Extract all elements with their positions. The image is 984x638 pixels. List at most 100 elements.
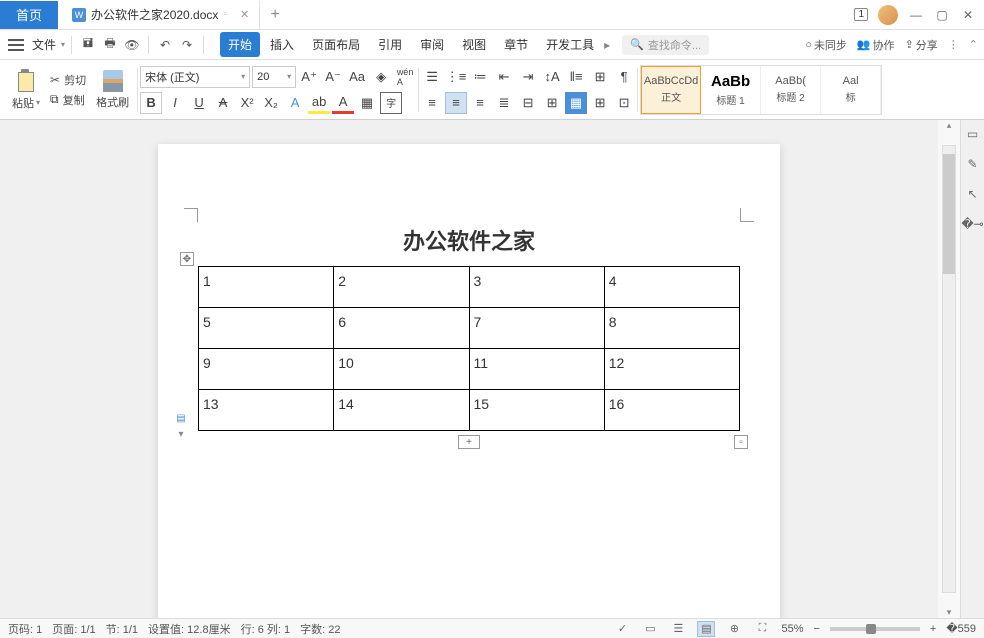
print-preview-icon[interactable]: 👁 [122,35,142,55]
table-cell[interactable]: 2 [334,267,469,308]
document-title[interactable]: 办公软件之家 [198,224,740,256]
table-cell[interactable]: 4 [604,267,739,308]
style-item[interactable]: AaBbCcDd正文 [641,66,701,114]
spellcheck-icon[interactable]: ✓ [613,621,631,637]
more-tabs-icon[interactable]: ▸ [604,38,610,52]
align-left-button[interactable]: ≡ [421,92,443,114]
distribute-button[interactable]: ⊟ [517,92,539,114]
line-spacing-button[interactable]: ‖≡ [565,66,587,88]
table-cell[interactable]: 1 [199,267,334,308]
settings-tool-icon[interactable]: �⊸ [965,216,981,232]
redo-icon[interactable]: ↷ [177,35,197,55]
decrease-indent-button[interactable]: ⇤ [493,66,515,88]
status-section[interactable]: 节: 1/1 [106,621,138,637]
notification-badge[interactable]: 1 [854,8,868,21]
table-cell[interactable]: 7 [469,308,604,349]
home-tab[interactable]: 首页 [0,1,58,29]
increase-font-icon[interactable]: A⁺ [298,66,320,88]
table-tag-icon[interactable]: ▤ [174,411,188,425]
table-tag-caret[interactable]: ▾ [174,427,188,441]
font-color-button[interactable]: A [332,92,354,114]
styles-gallery[interactable]: AaBbCcDd正文AaBb标题 1AaBb(标题 2Aal标 [640,65,882,115]
decrease-font-icon[interactable]: A⁻ [322,66,344,88]
add-tab-button[interactable]: + [260,6,290,24]
save-icon[interactable]: 🖬 [78,35,98,55]
char-shading-button[interactable]: ▦ [356,92,378,114]
web-view-icon[interactable]: ⊕ [725,621,743,637]
subscript-button[interactable]: X₂ [260,92,282,114]
text-direction-button[interactable]: ↕A [541,66,563,88]
select-tool-icon[interactable]: ↖ [965,186,981,202]
table-cell[interactable]: 13 [199,390,334,431]
highlight-button[interactable]: ab [308,92,330,114]
phonetic-guide-icon[interactable]: wénA [394,66,416,88]
numbering-button[interactable]: ⋮≡ [445,66,467,88]
show-marks-button[interactable]: ¶ [613,66,635,88]
collapse-ribbon-icon[interactable]: ⌃ [969,38,978,51]
table-cell[interactable]: 3 [469,267,604,308]
ribbon-tab-3[interactable]: 引用 [370,32,410,57]
change-case-icon[interactable]: Aa [346,66,368,88]
zoom-slider[interactable] [830,627,920,631]
status-line-col[interactable]: 行: 6 列: 1 [241,621,291,637]
paste-button[interactable]: 粘贴 [12,95,34,111]
outline-view-icon[interactable]: ☰ [669,621,687,637]
minimize-button[interactable]: ― [908,7,924,23]
strikethrough-button[interactable]: A [212,92,234,114]
user-avatar[interactable] [878,5,898,25]
paragraph-settings-button[interactable]: ⊡ [613,92,635,114]
table-cell[interactable]: 14 [334,390,469,431]
table-cell[interactable]: 6 [334,308,469,349]
shading-button[interactable]: ▦ [565,92,587,114]
fullscreen-view-icon[interactable]: ⛶ [753,621,771,637]
ribbon-tab-0[interactable]: 开始 [220,32,260,57]
reading-view-icon[interactable]: ▭ [641,621,659,637]
style-item[interactable]: AaBb(标题 2 [761,66,821,114]
tab-options-icon[interactable]: ▫ [223,9,227,20]
close-tab-icon[interactable]: ✕ [240,8,249,21]
align-justify-button[interactable]: ≣ [493,92,515,114]
format-painter-button[interactable]: 格式刷 [96,94,129,110]
share-button[interactable]: ⇪分享 [905,37,938,53]
table-row[interactable]: 9101112 [199,349,740,390]
font-size-select[interactable]: 20▾ [252,66,296,88]
zoom-in-button[interactable]: + [930,623,936,635]
borders-button[interactable]: ⊞ [589,92,611,114]
table-add-row-handle[interactable]: + [458,435,480,449]
collab-button[interactable]: 👥协作 [857,37,895,53]
command-search[interactable]: 🔍 查找命令... [622,35,709,55]
zoom-fit-button[interactable]: �559 [946,622,976,635]
table-cell[interactable]: 5 [199,308,334,349]
print-icon[interactable]: 🖶 [100,35,120,55]
ribbon-tab-7[interactable]: 开发工具 [538,32,602,57]
paste-icon[interactable] [15,69,37,93]
ruler-toggle-icon[interactable]: ▭ [965,126,981,142]
style-item[interactable]: Aal标 [821,66,881,114]
table-cell[interactable]: 16 [604,390,739,431]
underline-button[interactable]: U [188,92,210,114]
table-row[interactable]: 1234 [199,267,740,308]
status-page[interactable]: 页面: 1/1 [52,621,95,637]
table-row[interactable]: 13141516 [199,390,740,431]
menu-icon[interactable] [6,35,26,55]
status-page-code[interactable]: 页码: 1 [8,621,42,637]
bold-button[interactable]: B [140,92,162,114]
tabs-button[interactable]: ⊞ [541,92,563,114]
clear-format-icon[interactable]: ◈ [370,66,392,88]
table-cell[interactable]: 8 [604,308,739,349]
options-caret[interactable]: ⋮ [948,38,959,51]
ribbon-tab-1[interactable]: 插入 [262,32,302,57]
copy-button[interactable]: ⧉复制 [46,92,90,108]
scroll-up-icon[interactable]: ▴ [947,120,952,131]
document-tab[interactable]: W 办公软件之家2020.docx ▫ ✕ [62,1,260,29]
table-row[interactable]: 5678 [199,308,740,349]
multilevel-list-button[interactable]: ≔ [469,66,491,88]
text-effects-button[interactable]: A [284,92,306,114]
maximize-button[interactable]: ▢ [934,7,950,23]
ribbon-tab-6[interactable]: 章节 [496,32,536,57]
format-painter-icon[interactable] [103,70,123,92]
superscript-button[interactable]: X² [236,92,258,114]
pen-tool-icon[interactable]: ✎ [965,156,981,172]
scroll-thumb[interactable] [943,154,955,274]
scroll-down-icon[interactable]: ▾ [947,607,952,618]
